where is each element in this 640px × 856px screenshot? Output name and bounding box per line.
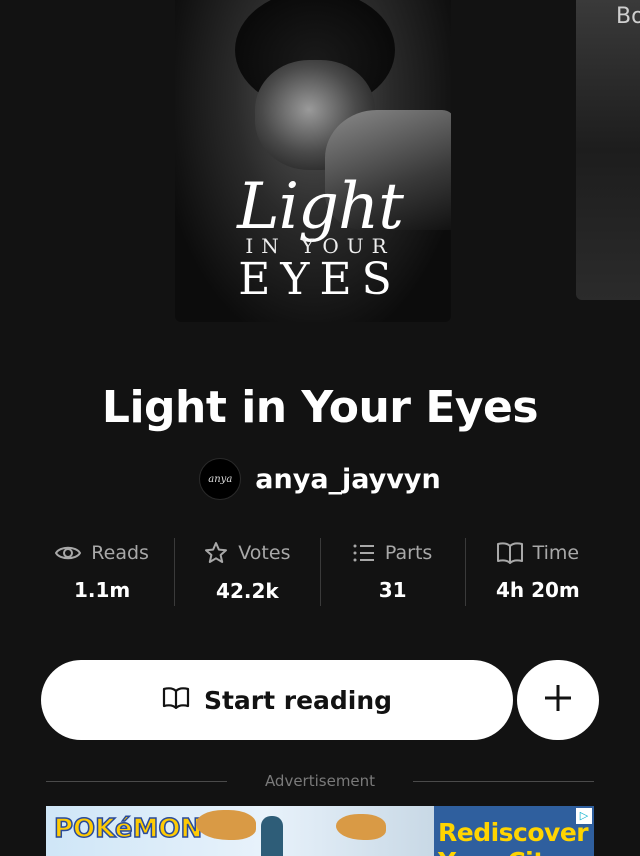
author-avatar[interactable]: anya bbox=[199, 458, 242, 500]
ad-bird-image-2 bbox=[336, 814, 386, 840]
stat-time-value: 4h 20m bbox=[495, 578, 580, 602]
book-open-icon bbox=[162, 686, 190, 715]
start-reading-button[interactable]: Start reading bbox=[41, 660, 513, 740]
ad-brand-logo: POKéMON bbox=[53, 813, 203, 845]
stat-reads: Reads 1.1m bbox=[30, 538, 176, 606]
ad-label: Advertisement bbox=[264, 772, 376, 790]
ad-divider: Advertisement bbox=[46, 770, 594, 792]
divider-line-left bbox=[46, 780, 227, 782]
ad-person-image bbox=[261, 816, 283, 856]
stat-parts-label: Parts bbox=[384, 542, 433, 564]
next-cover-text: Bo bbox=[616, 4, 640, 29]
stat-votes: Votes 42.2k bbox=[175, 538, 321, 606]
stat-time-label: Time bbox=[532, 542, 580, 564]
author-row[interactable]: anya anya_jayvyn bbox=[0, 458, 640, 500]
adchoices-icon[interactable]: ▷ bbox=[576, 808, 592, 824]
cover-title-light: Light bbox=[237, 170, 404, 244]
stat-parts: Parts 31 bbox=[321, 538, 466, 606]
start-reading-label: Start reading bbox=[203, 685, 393, 715]
book-cover[interactable]: Light IN YOUR EYES bbox=[175, 0, 451, 322]
ad-bird-image bbox=[196, 810, 256, 840]
book-icon bbox=[496, 542, 523, 564]
ad-headline: Rediscover Your City bbox=[438, 818, 589, 856]
eye-icon bbox=[55, 544, 82, 562]
divider-line-right bbox=[413, 780, 594, 782]
stat-parts-value: 31 bbox=[378, 578, 407, 602]
stat-time: Time 4h 20m bbox=[466, 538, 610, 606]
stat-votes-value: 42.2k bbox=[216, 579, 279, 603]
book-title: Light in Your Eyes bbox=[101, 382, 539, 433]
stats-bar: Reads 1.1m Votes 42.2k Parts 31 Time 4h … bbox=[30, 538, 610, 606]
next-book-cover[interactable]: Bo bbox=[576, 0, 640, 300]
add-to-library-button[interactable] bbox=[517, 660, 599, 740]
author-name[interactable]: anya_jayvyn bbox=[255, 464, 440, 495]
ad-banner[interactable]: POKéMON Rediscover Your City ▷ bbox=[46, 806, 594, 856]
stat-votes-label: Votes bbox=[238, 542, 291, 564]
stat-reads-value: 1.1m bbox=[73, 578, 131, 602]
plus-icon bbox=[543, 683, 573, 717]
cover-title-eyes: EYES bbox=[238, 254, 402, 305]
list-icon bbox=[353, 544, 375, 562]
star-icon bbox=[204, 541, 228, 565]
stat-reads-label: Reads bbox=[91, 542, 149, 564]
